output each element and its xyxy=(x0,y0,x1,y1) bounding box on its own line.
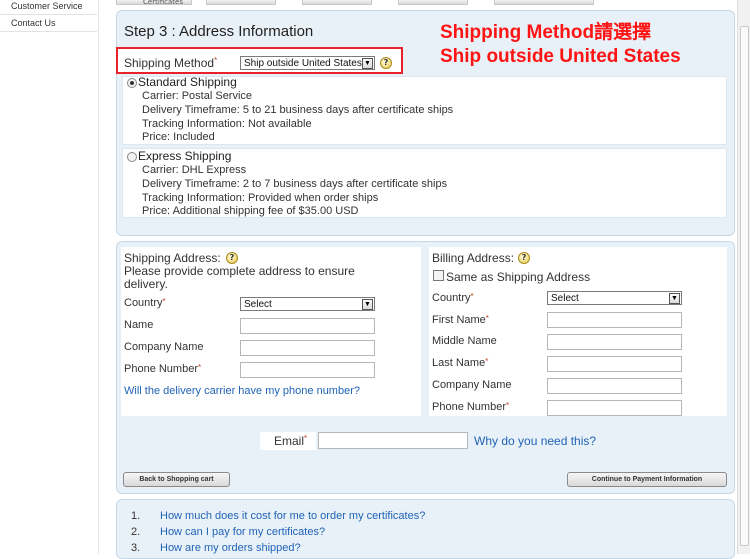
express-tracking: Tracking Information: Provided when orde… xyxy=(142,192,379,204)
standard-carrier: Carrier: Postal Service xyxy=(142,90,253,102)
phone-number-help-link[interactable]: Will the delivery carrier have my phone … xyxy=(124,385,360,397)
faq-number: 3. xyxy=(131,542,141,554)
shipping-address-title: Shipping Address: xyxy=(124,251,221,265)
shipping-name-input[interactable] xyxy=(240,318,375,334)
left-sidebar: Customer Service Contact Us xyxy=(0,0,99,554)
step-title: Step 3 : Address Information xyxy=(124,23,314,40)
progress-tabs: Certificates xyxy=(116,0,736,6)
express-timeframe: Delivery Timeframe: 2 to 7 business days… xyxy=(142,178,448,190)
email-why-link[interactable]: Why do you need this? xyxy=(474,434,596,448)
same-as-shipping-label: Same as Shipping Address xyxy=(446,270,591,284)
faq-link-cost[interactable]: How much does it cost for me to order my… xyxy=(160,510,425,522)
shipping-country-select[interactable]: Select ▼ xyxy=(240,297,375,311)
billing-country-select[interactable]: Select ▼ xyxy=(547,291,682,305)
billing-country-label: Country* xyxy=(432,292,474,304)
billing-address-title: Billing Address: xyxy=(432,251,515,265)
shipping-phone-input[interactable] xyxy=(240,362,375,378)
shipping-country-label: Country* xyxy=(124,297,166,309)
tab-step xyxy=(494,0,594,5)
billing-middle-name-input[interactable] xyxy=(547,334,682,350)
standard-timeframe: Delivery Timeframe: 5 to 21 business day… xyxy=(142,104,454,116)
faq-number: 2. xyxy=(131,526,141,538)
shipping-company-label: Company Name xyxy=(124,341,204,353)
standard-tracking: Tracking Information: Not available xyxy=(142,118,312,130)
help-icon[interactable]: ? xyxy=(380,57,392,69)
express-price: Price: Additional shipping fee of $35.00… xyxy=(142,205,359,217)
shipping-method-label: Shipping Method* xyxy=(124,56,218,70)
billing-phone-input[interactable] xyxy=(547,400,682,416)
same-as-shipping-checkbox[interactable] xyxy=(433,270,444,281)
shipping-method-select[interactable]: Ship outside United States ▼ xyxy=(240,56,375,70)
email-label: Email* xyxy=(274,434,308,448)
vertical-scrollbar[interactable] xyxy=(737,0,750,554)
faq-number: 1. xyxy=(131,510,141,522)
billing-last-name-input[interactable] xyxy=(547,356,682,372)
shipping-address-description: Please provide complete address to ensur… xyxy=(124,264,355,291)
express-carrier: Carrier: DHL Express xyxy=(142,164,247,176)
billing-company-label: Company Name xyxy=(432,379,512,391)
standard-shipping-radio[interactable] xyxy=(127,78,137,88)
billing-first-name-label: First Name* xyxy=(432,314,489,326)
billing-first-name-input[interactable] xyxy=(547,312,682,328)
tab-step xyxy=(206,0,276,5)
tab-certificates[interactable]: Certificates xyxy=(116,0,192,5)
chevron-down-icon: ▼ xyxy=(362,58,373,69)
tab-step xyxy=(398,0,468,5)
billing-company-input[interactable] xyxy=(547,378,682,394)
sidebar-item-customer-service[interactable]: Customer Service xyxy=(0,0,97,15)
chevron-down-icon: ▼ xyxy=(669,293,680,304)
faq-link-shipping[interactable]: How are my orders shipped? xyxy=(160,542,301,554)
annotation-line-2: Ship outside United States xyxy=(440,46,681,67)
help-icon[interactable]: ? xyxy=(518,252,530,264)
help-icon[interactable]: ? xyxy=(226,252,238,264)
billing-middle-name-label: Middle Name xyxy=(432,335,497,347)
sidebar-item-contact-us[interactable]: Contact Us xyxy=(0,15,97,32)
shipping-country-value: Select xyxy=(244,299,272,310)
scrollbar-thumb[interactable] xyxy=(740,26,749,546)
shipping-name-label: Name xyxy=(124,319,154,331)
billing-phone-label: Phone Number* xyxy=(432,401,510,413)
back-to-shopping-cart-button[interactable]: Back to Shopping cart xyxy=(123,472,230,487)
billing-country-value: Select xyxy=(551,293,579,304)
express-shipping-radio[interactable] xyxy=(127,152,137,162)
shipping-company-input[interactable] xyxy=(240,340,375,356)
standard-price: Price: Included xyxy=(142,131,215,143)
annotation-line-1: Shipping Method請選擇 xyxy=(440,22,652,43)
shipping-method-value: Ship outside United States xyxy=(244,58,362,69)
express-shipping-title: Express Shipping xyxy=(138,149,232,163)
billing-last-name-label: Last Name* xyxy=(432,357,489,369)
chevron-down-icon: ▼ xyxy=(362,299,373,310)
faq-link-pay[interactable]: How can I pay for my certificates? xyxy=(160,526,325,538)
email-input[interactable] xyxy=(318,432,468,449)
shipping-phone-label: Phone Number* xyxy=(124,363,202,375)
continue-to-payment-button[interactable]: Continue to Payment Information xyxy=(567,472,727,487)
tab-step xyxy=(302,0,372,5)
standard-shipping-title: Standard Shipping xyxy=(138,75,237,89)
